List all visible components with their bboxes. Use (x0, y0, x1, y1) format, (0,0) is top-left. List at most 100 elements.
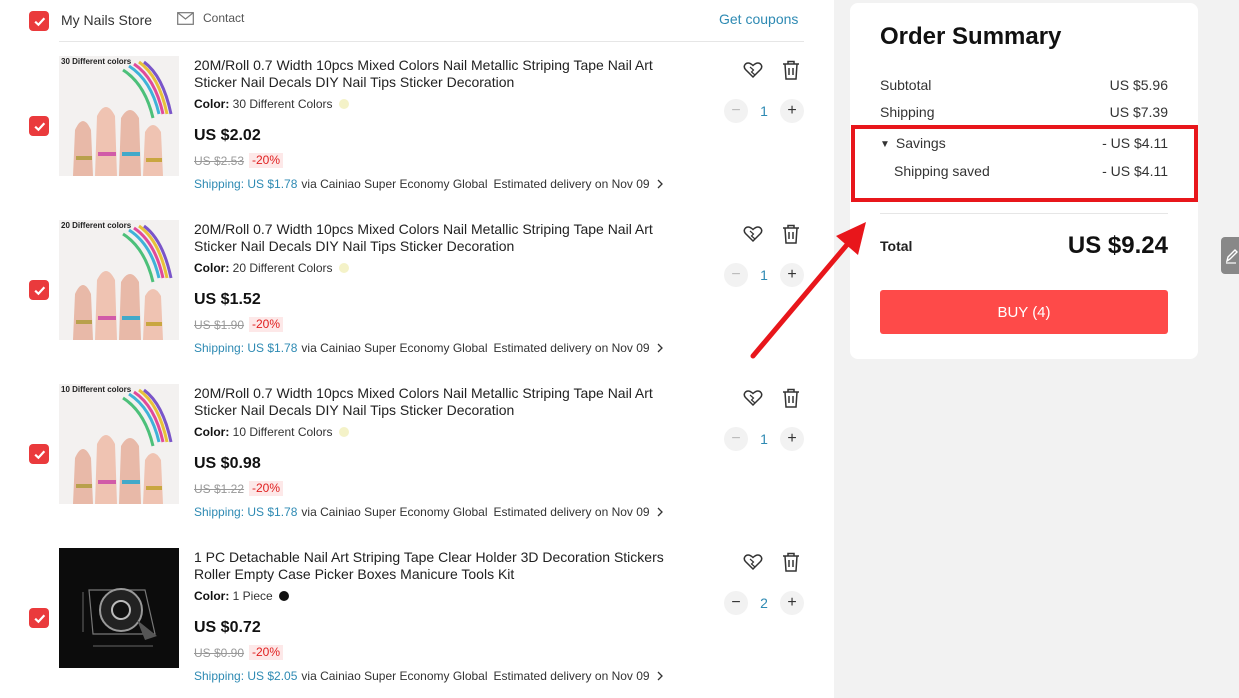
chevron-right-icon (657, 671, 663, 681)
color-label: Color: (194, 425, 230, 439)
item-original-price: US $2.53 (194, 154, 245, 168)
get-coupons-link[interactable]: Get coupons (719, 11, 798, 27)
shipping-method: via Cainiao Super Economy Global (301, 341, 488, 355)
check-icon (33, 17, 45, 26)
quantity-decrease-button[interactable]: − (724, 263, 748, 287)
color-swatch (338, 427, 349, 437)
tape-holder-image (59, 548, 179, 668)
pen-icon (1225, 248, 1238, 264)
item-title[interactable]: 20M/Roll 0.7 Width 10pcs Mixed Colors Na… (194, 385, 664, 419)
item-checkbox[interactable] (29, 280, 49, 300)
color-value: 20 Different Colors (232, 261, 333, 275)
estimated-delivery: Estimated delivery on Nov 09 (493, 669, 650, 683)
shipping-method: via Cainiao Super Economy Global (301, 505, 488, 519)
shipping-method: via Cainiao Super Economy Global (301, 669, 488, 683)
shipping-info[interactable]: Shipping: US $2.05 via Cainiao Super Eco… (194, 669, 664, 683)
product-thumbnail[interactable]: 30 Different colors (59, 56, 179, 176)
heart-icon (743, 390, 763, 407)
chevron-right-icon (657, 179, 663, 189)
shipping-info[interactable]: Shipping: US $1.78 via Cainiao Super Eco… (194, 341, 664, 355)
quantity-decrease-button[interactable]: − (724, 99, 748, 123)
product-thumbnail[interactable] (59, 548, 179, 668)
color-label: Color: (194, 261, 230, 275)
shipping-value: US $7.39 (1109, 104, 1168, 120)
item-original-price: US $1.22 (194, 482, 245, 496)
annotation-highlight-box (851, 125, 1198, 202)
color-value: 30 Different Colors (232, 97, 333, 111)
color-swatch (338, 263, 349, 273)
quantity-increase-button[interactable]: + (780, 99, 804, 123)
thumbnail-caption: 30 Different colors (61, 57, 132, 66)
quantity-value[interactable]: 1 (752, 431, 776, 447)
quantity-decrease-button[interactable]: − (724, 427, 748, 451)
wishlist-button[interactable] (742, 223, 764, 245)
check-icon (33, 450, 45, 459)
contact-link[interactable]: Contact (177, 11, 244, 25)
quantity-value[interactable]: 2 (752, 595, 776, 611)
shipping-price: Shipping: US $2.05 (194, 669, 298, 683)
wishlist-button[interactable] (742, 551, 764, 573)
check-icon (33, 614, 45, 623)
quantity-increase-button[interactable]: + (780, 591, 804, 615)
heart-icon (743, 554, 763, 571)
shipping-method: via Cainiao Super Economy Global (301, 177, 488, 191)
color-label: Color: (194, 97, 230, 111)
color-swatch (338, 99, 349, 109)
subtotal-value: US $5.96 (1109, 77, 1168, 93)
item-title[interactable]: 20M/Roll 0.7 Width 10pcs Mixed Colors Na… (194, 57, 664, 91)
order-summary-title: Order Summary (880, 23, 1062, 50)
item-color: Color: 1 Piece (194, 589, 290, 603)
item-price: US $2.02 (194, 127, 261, 144)
shipping-info[interactable]: Shipping: US $1.78 via Cainiao Super Eco… (194, 177, 664, 191)
total-value: US $9.24 (1067, 232, 1168, 259)
chevron-right-icon (657, 343, 663, 353)
quantity-value[interactable]: 1 (752, 103, 776, 119)
product-thumbnail[interactable]: 10 Different colors (59, 384, 179, 504)
heart-icon (743, 226, 763, 243)
trash-icon (783, 60, 799, 80)
nail-tape-image (59, 56, 179, 176)
subtotal-label: Subtotal (880, 77, 932, 93)
item-price: US $1.52 (194, 291, 261, 308)
shipping-price: Shipping: US $1.78 (194, 341, 298, 355)
subtotal-row: Subtotal US $5.96 (880, 77, 1168, 93)
item-checkbox[interactable] (29, 608, 49, 628)
feedback-tab[interactable] (1221, 237, 1239, 274)
item-checkbox[interactable] (29, 444, 49, 464)
wishlist-button[interactable] (742, 59, 764, 81)
wishlist-button[interactable] (742, 387, 764, 409)
buy-button[interactable]: BUY (4) (880, 290, 1168, 334)
discount-badge: -20% (249, 481, 284, 496)
item-checkbox[interactable] (29, 116, 49, 136)
thumbnail-caption: 10 Different colors (61, 385, 132, 394)
item-title[interactable]: 1 PC Detachable Nail Art Striping Tape C… (194, 549, 664, 583)
store-name[interactable]: My Nails Store (61, 12, 152, 28)
shipping-price: Shipping: US $1.78 (194, 177, 298, 191)
trash-icon (783, 388, 799, 408)
product-thumbnail[interactable]: 20 Different colors (59, 220, 179, 340)
item-title[interactable]: 20M/Roll 0.7 Width 10pcs Mixed Colors Na… (194, 221, 664, 255)
shipping-price: Shipping: US $1.78 (194, 505, 298, 519)
trash-icon (783, 552, 799, 572)
delete-button[interactable] (780, 223, 802, 245)
item-color: Color: 30 Different Colors (194, 97, 349, 111)
mail-icon (177, 11, 194, 25)
quantity-value[interactable]: 1 (752, 267, 776, 283)
delete-button[interactable] (780, 551, 802, 573)
quantity-increase-button[interactable]: + (780, 427, 804, 451)
quantity-increase-button[interactable]: + (780, 263, 804, 287)
item-color: Color: 10 Different Colors (194, 425, 349, 439)
check-icon (33, 286, 45, 295)
delete-button[interactable] (780, 59, 802, 81)
discount-badge: -20% (249, 153, 284, 168)
color-label: Color: (194, 589, 230, 603)
store-checkbox[interactable] (29, 11, 49, 31)
cart-item: 30 Different colors 20M/Roll 0.7 Width 1… (0, 56, 834, 220)
item-original-price: US $1.90 (194, 318, 245, 332)
cart-item: 20 Different colors 20M/Roll 0.7 Width 1… (0, 220, 834, 384)
item-price: US $0.72 (194, 619, 261, 636)
quantity-decrease-button[interactable]: − (724, 591, 748, 615)
color-swatch (279, 591, 290, 601)
delete-button[interactable] (780, 387, 802, 409)
shipping-info[interactable]: Shipping: US $1.78 via Cainiao Super Eco… (194, 505, 664, 519)
